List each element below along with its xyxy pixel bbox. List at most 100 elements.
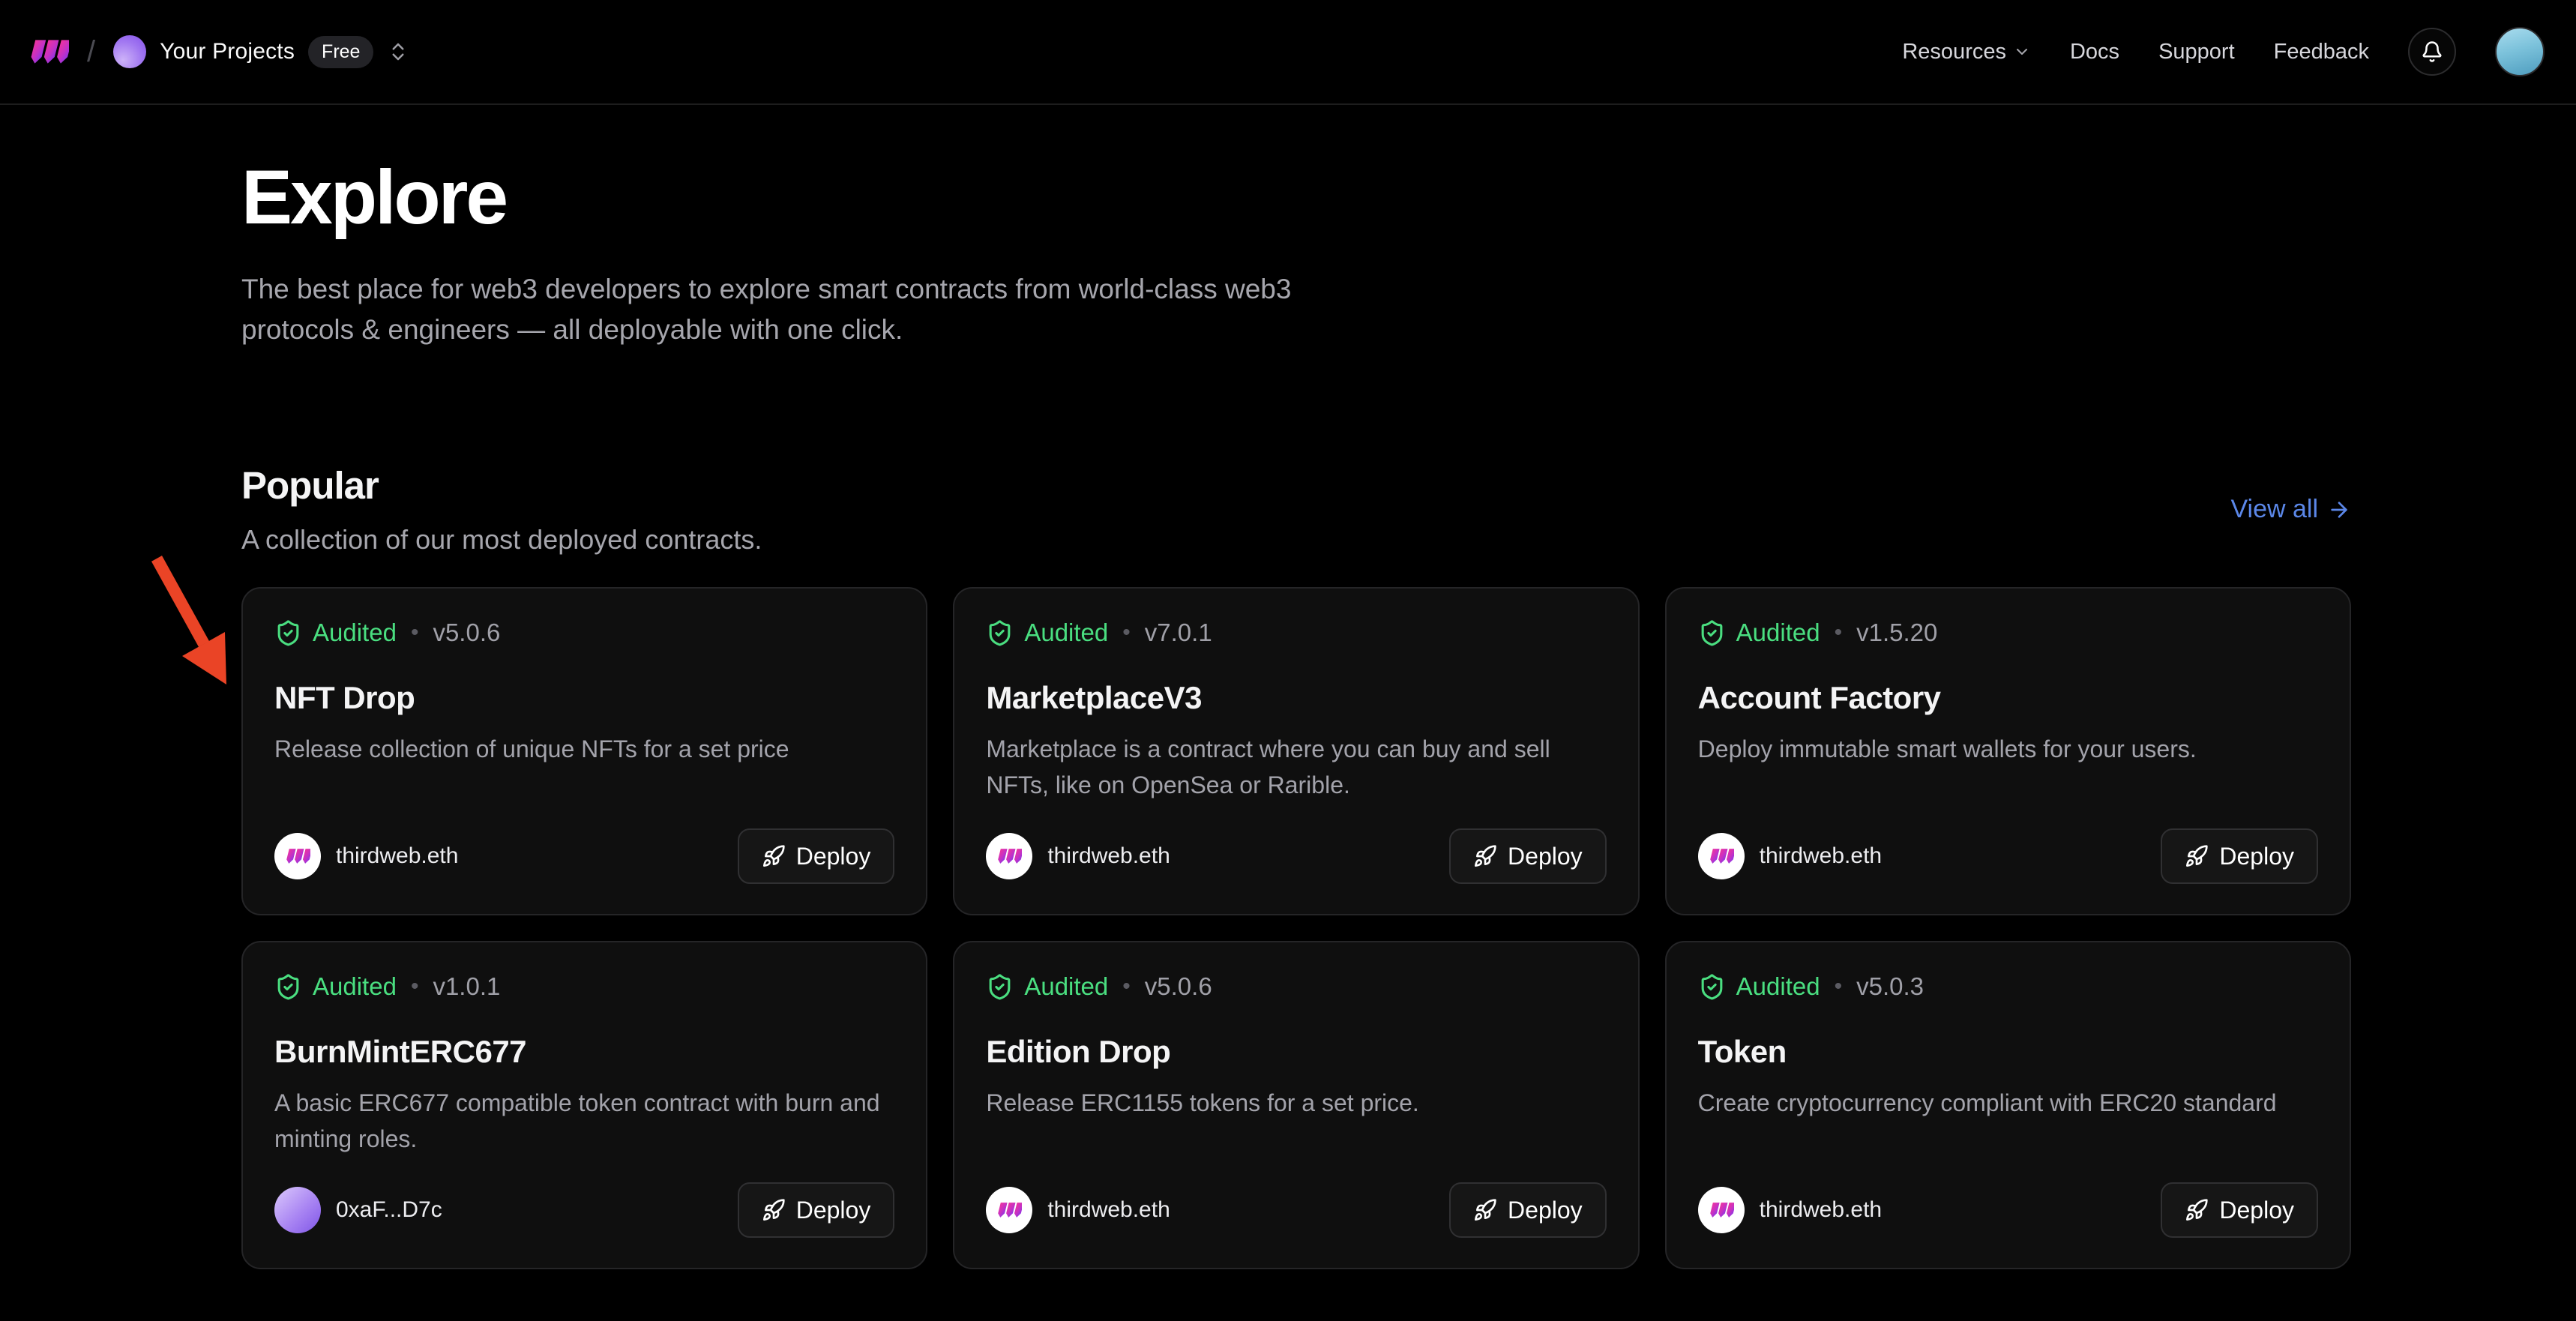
user-avatar[interactable] — [2495, 27, 2545, 76]
contract-title: MarketplaceV3 — [986, 680, 1606, 716]
publisher-avatar — [274, 1187, 321, 1233]
popular-subtitle: A collection of our most deployed contra… — [241, 524, 762, 556]
publisher-avatar — [986, 1187, 1032, 1233]
audited-badge: Audited — [1736, 619, 1820, 647]
deploy-label: Deploy — [1508, 1197, 1583, 1224]
card-meta: Audited • v5.0.3 — [1698, 972, 2318, 1001]
nav-resources-label: Resources — [1902, 40, 2006, 64]
contract-description: A basic ERC677 compatible token contract… — [274, 1085, 894, 1157]
top-navbar: / Your Projects Free Resources Docs Supp… — [0, 0, 2576, 105]
version-label: v5.0.6 — [433, 619, 500, 647]
audited-badge: Audited — [1024, 972, 1108, 1001]
card-meta: Audited • v5.0.6 — [274, 619, 894, 647]
publisher-link[interactable]: thirdweb.eth — [1698, 833, 1882, 879]
deploy-label: Deploy — [2219, 1197, 2294, 1224]
rocket-icon — [1473, 844, 1497, 868]
card-footer: 0xaF...D7c Deploy — [274, 1182, 894, 1238]
card-footer: thirdweb.eth Deploy — [274, 828, 894, 884]
publisher-name: thirdweb.eth — [336, 843, 458, 869]
card-meta: Audited • v5.0.6 — [986, 972, 1606, 1001]
contract-card-token[interactable]: Audited • v5.0.3 Token Create cryptocurr… — [1665, 941, 2351, 1269]
meta-separator: • — [1835, 974, 1843, 999]
deploy-button[interactable]: Deploy — [1449, 828, 1607, 884]
contract-card-account-factory[interactable]: Audited • v1.5.20 Account Factory Deploy… — [1665, 587, 2351, 915]
publisher-link[interactable]: thirdweb.eth — [1698, 1187, 1882, 1233]
plan-badge: Free — [308, 36, 373, 68]
version-label: v5.0.6 — [1145, 972, 1212, 1001]
view-all-label: View all — [2230, 495, 2318, 524]
meta-separator: • — [411, 620, 419, 646]
card-meta: Audited • v1.5.20 — [1698, 619, 2318, 647]
notifications-button[interactable] — [2408, 28, 2456, 76]
contract-title: Edition Drop — [986, 1034, 1606, 1070]
view-all-link[interactable]: View all — [2230, 495, 2351, 524]
header-nav: Resources Docs Support Feedback — [1902, 27, 2545, 76]
publisher-link[interactable]: thirdweb.eth — [986, 1187, 1170, 1233]
meta-separator: • — [1122, 620, 1131, 646]
card-footer: thirdweb.eth Deploy — [1698, 828, 2318, 884]
contract-card-edition-drop[interactable]: Audited • v5.0.6 Edition Drop Release ER… — [953, 941, 1639, 1269]
popular-section-header: Popular A collection of our most deploye… — [241, 463, 2351, 556]
rocket-icon — [762, 1198, 786, 1222]
contract-description: Marketplace is a contract where you can … — [986, 731, 1606, 803]
contract-card-marketplacev3[interactable]: Audited • v7.0.1 MarketplaceV3 Marketpla… — [953, 587, 1639, 915]
publisher-name: thirdweb.eth — [1047, 843, 1170, 869]
deploy-button[interactable]: Deploy — [2161, 828, 2318, 884]
thirdweb-logo-icon — [28, 34, 69, 70]
contract-card-grid: Audited • v5.0.6 NFT Drop Release collec… — [241, 587, 2351, 1269]
contract-title: NFT Drop — [274, 680, 894, 716]
team-name: Your Projects — [160, 39, 295, 64]
deploy-button[interactable]: Deploy — [2161, 1182, 2318, 1238]
meta-separator: • — [1122, 974, 1131, 999]
publisher-link[interactable]: thirdweb.eth — [986, 833, 1170, 879]
deploy-button[interactable]: Deploy — [738, 828, 895, 884]
team-avatar — [113, 35, 146, 68]
publisher-name: 0xaF...D7c — [336, 1197, 442, 1223]
contract-description: Release collection of unique NFTs for a … — [274, 731, 894, 767]
shield-check-icon — [1698, 973, 1726, 1001]
publisher-name: thirdweb.eth — [1047, 1197, 1170, 1223]
page-title: Explore — [241, 157, 2351, 238]
breadcrumb-separator: / — [87, 35, 95, 69]
audited-badge: Audited — [313, 619, 397, 647]
publisher-link[interactable]: thirdweb.eth — [274, 833, 458, 879]
audited-badge: Audited — [1024, 619, 1108, 647]
contract-description: Create cryptocurrency compliant with ERC… — [1698, 1085, 2318, 1121]
nav-support-label: Support — [2158, 40, 2235, 64]
audited-badge: Audited — [313, 972, 397, 1001]
deploy-label: Deploy — [1508, 843, 1583, 870]
deploy-button[interactable]: Deploy — [738, 1182, 895, 1238]
thirdweb-logo[interactable] — [28, 34, 69, 70]
contract-card-nft-drop[interactable]: Audited • v5.0.6 NFT Drop Release collec… — [241, 587, 927, 915]
rocket-icon — [2185, 844, 2209, 868]
deploy-label: Deploy — [2219, 843, 2294, 870]
arrow-right-icon — [2327, 498, 2351, 522]
version-label: v7.0.1 — [1145, 619, 1212, 647]
publisher-link[interactable]: 0xaF...D7c — [274, 1187, 442, 1233]
deploy-button[interactable]: Deploy — [1449, 1182, 1607, 1238]
audited-badge: Audited — [1736, 972, 1820, 1001]
contract-description: Deploy immutable smart wallets for your … — [1698, 731, 2318, 767]
publisher-name: thirdweb.eth — [1760, 843, 1882, 869]
meta-separator: • — [411, 974, 419, 999]
publisher-avatar — [1698, 833, 1745, 879]
nav-support[interactable]: Support — [2158, 40, 2235, 64]
explore-page: Explore The best place for web3 develope… — [0, 157, 2576, 1269]
popular-title: Popular — [241, 463, 762, 508]
nav-docs[interactable]: Docs — [2070, 40, 2119, 64]
publisher-avatar — [274, 833, 321, 879]
nav-feedback-label: Feedback — [2274, 40, 2369, 64]
version-label: v1.0.1 — [433, 972, 500, 1001]
publisher-name: thirdweb.eth — [1760, 1197, 1882, 1223]
team-selector[interactable]: Your Projects Free — [113, 35, 409, 68]
shield-check-icon — [986, 619, 1014, 647]
contract-title: Account Factory — [1698, 680, 2318, 716]
card-footer: thirdweb.eth Deploy — [986, 828, 1606, 884]
nav-feedback[interactable]: Feedback — [2274, 40, 2369, 64]
rocket-icon — [2185, 1198, 2209, 1222]
rocket-icon — [762, 844, 786, 868]
nav-resources[interactable]: Resources — [1902, 40, 2031, 64]
contract-title: Token — [1698, 1034, 2318, 1070]
contract-card-burnminterc677[interactable]: Audited • v1.0.1 BurnMintERC677 A basic … — [241, 941, 927, 1269]
shield-check-icon — [1698, 619, 1726, 647]
